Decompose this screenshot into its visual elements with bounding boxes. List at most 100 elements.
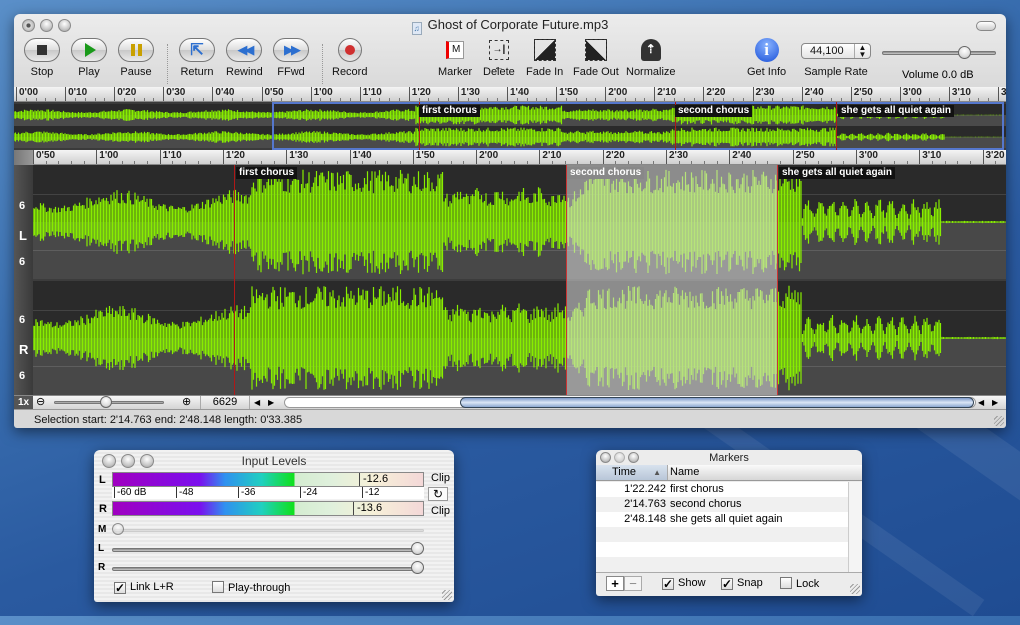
rewind-button[interactable]: ◀◀ Rewind (226, 38, 263, 78)
marker-label-quiet[interactable]: she gets all quiet again (779, 167, 896, 179)
left-clip-indicator[interactable]: Clip (431, 472, 450, 484)
toolbar-toggle-button[interactable] (976, 21, 996, 31)
window-title: Markers (709, 452, 749, 464)
return-button[interactable]: ⇱ Return (179, 38, 215, 78)
snap-checkbox[interactable]: ✓ Snap (721, 577, 763, 590)
normalize-icon: ⇡ (640, 39, 661, 61)
zoom-value-field[interactable]: 6629 (200, 396, 250, 409)
ruler-tick-label: 2'00 (476, 150, 498, 164)
overview-marker-label[interactable]: second chorus (675, 105, 753, 117)
markers-window: Markers Time ▲ Name 1'22.242 first chorus … (596, 450, 862, 596)
fade-in-icon (533, 39, 556, 61)
scroll-left-arrow[interactable]: ◀ (254, 396, 260, 409)
play-icon (85, 43, 96, 57)
right-gain-slider[interactable] (112, 567, 422, 571)
ruler-tick-label: 2'30 (666, 150, 688, 164)
channel-labels: 6 L 6 6 R 6 (14, 165, 33, 395)
horizontal-scrollbar-thumb[interactable] (460, 397, 974, 408)
input-levels-window: Input Levels L -12.6 -60 dB -48 -36 -24 -12 … (94, 450, 454, 602)
reset-clip-button[interactable]: ↻ (428, 487, 448, 501)
ruler-tick-label: 0'50 (33, 150, 55, 164)
monitor-slider[interactable] (114, 529, 424, 532)
markers-table: 1'22.242 first chorus 2'14.763 second chor… (596, 482, 848, 572)
db-scale-label: -48 (176, 487, 193, 498)
ruler-tick-label: 2'10 (539, 150, 561, 164)
stepper-arrows-icon[interactable]: ▲ ▼ (854, 44, 870, 59)
sort-ascending-icon: ▲ (653, 468, 661, 477)
fade-in-button[interactable]: Fade In (526, 38, 563, 78)
overview-marker-label[interactable]: she gets all quiet again (838, 105, 955, 117)
volume-slider-knob[interactable] (958, 46, 971, 59)
scroll-right-arrow[interactable]: ▶ (268, 396, 274, 409)
lock-checkbox[interactable]: Lock (780, 577, 819, 590)
selection-region[interactable] (566, 165, 778, 395)
table-row[interactable]: 2'14.763 second chorus (596, 497, 848, 512)
fade-out-icon (584, 39, 607, 61)
scroll-left-arrow-end[interactable]: ◀ (978, 396, 984, 409)
pause-button[interactable]: Pause (118, 38, 154, 78)
resize-grip[interactable] (994, 416, 1004, 426)
main-window: ♫ Ghost of Corporate Future.mp3 Stop Play… (14, 14, 1006, 428)
play-through-checkbox[interactable]: Play-through (212, 581, 290, 594)
ruler-tick-label: 1'10 (159, 150, 182, 164)
zoom-in-icon[interactable]: ⊕ (182, 395, 191, 408)
volume-label: Volume 0.0 dB (902, 69, 974, 81)
column-header-name[interactable]: Name (670, 465, 699, 480)
vertical-scrollbar[interactable] (848, 482, 862, 572)
right-clip-indicator[interactable]: Clip (431, 505, 450, 517)
ruler-tick-label: 3'2 (998, 87, 1006, 101)
checkbox-checked-icon: ✓ (662, 577, 674, 591)
db-scale-label: -60 dB (114, 487, 146, 498)
table-row[interactable]: 1'22.242 first chorus (596, 482, 848, 497)
play-button[interactable]: Play (71, 38, 107, 78)
show-checkbox[interactable]: ✓ Show (662, 577, 706, 590)
monitor-slider-knob[interactable] (112, 523, 124, 535)
zoom-scroll-bar: 1x ⊖ ⊕ 6629 ◀ ▶ ◀ ▶ (14, 395, 1006, 410)
db-scale: -60 dB -48 -36 -24 -12 (112, 487, 424, 499)
record-icon (344, 45, 355, 55)
resize-grip[interactable] (442, 590, 452, 600)
rewind-icon: ◀◀ (237, 42, 254, 57)
resize-grip[interactable] (850, 584, 860, 594)
marker-button[interactable]: M Marker (438, 38, 472, 78)
stop-button[interactable]: Stop (24, 38, 60, 78)
normalize-button[interactable]: ⇡ Normalize (626, 38, 676, 78)
zoom-slider-knob[interactable] (100, 396, 112, 408)
left-gain-slider[interactable] (112, 548, 422, 552)
waveform-editor[interactable]: first chorus second chorus she gets all … (33, 165, 1006, 395)
marker-label-second-chorus[interactable]: second chorus (567, 167, 645, 179)
remove-marker-button[interactable]: − (624, 576, 642, 591)
window-title: ♫ Ghost of Corporate Future.mp3 (411, 17, 609, 35)
left-gain-knob[interactable] (411, 542, 424, 555)
marker-flag-icon: M (446, 41, 465, 59)
delete-selection-icon: →|← (488, 40, 509, 73)
sample-rate-control: 44,100 ▲ ▼ Sample Rate (801, 38, 871, 78)
fast-forward-icon: ▶▶ (284, 42, 301, 57)
ruler-tick-label: 1'30 (286, 150, 308, 164)
add-marker-button[interactable]: + (606, 576, 624, 591)
get-info-button[interactable]: i Get Info (747, 38, 786, 78)
checkbox-checked-icon: ✓ (721, 577, 733, 591)
right-gain-knob[interactable] (411, 561, 424, 574)
record-button[interactable]: Record (332, 38, 367, 78)
markers-table-header: Time ▲ Name (596, 465, 862, 481)
fade-out-button[interactable]: Fade Out (573, 38, 619, 78)
ruler-tick-label: 1'00 (96, 150, 118, 164)
detail-time-ruler[interactable]: 0'50 1'00 1'10 1'20 1'30 1'40 1'50 2'00 2'10 2'20… (33, 150, 1006, 165)
overview-time-ruler[interactable]: 0'00 0'10 0'20 0'30 0'40 0'50 1'00 1'10 1'20 1'30… (14, 87, 1006, 102)
marker-label-first-chorus[interactable]: first chorus (236, 167, 298, 179)
link-lr-checkbox[interactable]: ✓ Link L+R (114, 581, 174, 594)
column-header-time[interactable]: Time ▲ (596, 465, 668, 480)
sample-rate-stepper[interactable]: 44,100 ▲ ▼ (801, 43, 871, 59)
right-level-meter: -13.6 (112, 501, 424, 516)
return-icon: ⇱ (190, 42, 204, 59)
ffwd-button[interactable]: ▶▶ FFwd (273, 38, 309, 78)
zoom-out-icon[interactable]: ⊖ (36, 395, 45, 408)
scroll-right-arrow-end[interactable]: ▶ (992, 396, 998, 409)
overview-waveform[interactable]: first chorus second chorus she gets all … (14, 102, 1006, 150)
delete-button[interactable]: →|← Delete (483, 38, 515, 78)
overview-marker-label[interactable]: first chorus (419, 105, 481, 117)
right-channel-label: R (19, 342, 29, 357)
table-row[interactable]: 2'48.148 she gets all quiet again (596, 512, 848, 527)
db-scale-label: -12 (362, 487, 379, 498)
